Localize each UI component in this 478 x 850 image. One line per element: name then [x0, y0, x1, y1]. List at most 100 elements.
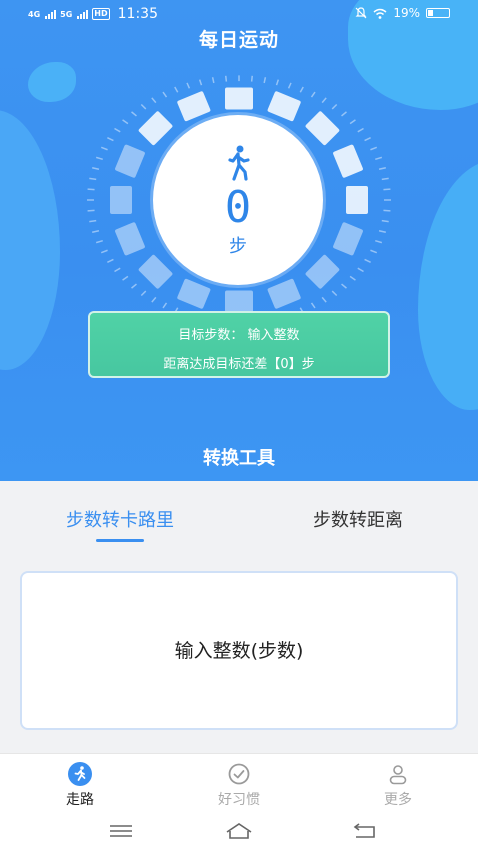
- dial-tick: [349, 275, 356, 281]
- user-icon: [389, 765, 407, 785]
- tab-indicator: [96, 539, 144, 542]
- hd-badge: HD: [92, 8, 110, 20]
- target-card[interactable]: 目标步数： 输入整数 距离达成目标还差【0】步: [88, 311, 390, 378]
- dial-segment: [333, 222, 363, 256]
- dial-segment: [346, 186, 368, 214]
- dial-tick: [114, 267, 121, 273]
- dial-tick: [162, 91, 168, 98]
- dial-tick: [357, 127, 364, 133]
- dial-tick: [263, 77, 267, 84]
- dial-tick: [321, 97, 327, 104]
- dial-tick: [114, 127, 121, 133]
- dial-tick: [131, 111, 137, 117]
- nav-label-habit: 好习惯: [218, 792, 260, 808]
- network-label-1: 4G: [28, 9, 41, 19]
- dial-segment: [225, 87, 253, 110]
- tab-steps-to-calories[interactable]: 步数转卡路里: [30, 506, 210, 532]
- dial-tick: [383, 188, 391, 191]
- dial-segment: [138, 111, 173, 146]
- dial-tick: [162, 302, 168, 309]
- dial-tick: [89, 177, 97, 181]
- back-icon[interactable]: [350, 820, 380, 842]
- menu-icon[interactable]: [106, 820, 136, 842]
- dial-tick: [370, 249, 378, 254]
- dial-tick: [357, 267, 364, 273]
- check-circle-icon: [228, 763, 250, 785]
- dial-tick: [310, 302, 316, 309]
- dial-segment: [177, 91, 211, 122]
- dial-tick: [174, 86, 179, 93]
- decor-blob: [0, 110, 60, 370]
- walker-icon: [228, 145, 250, 181]
- nav-item-habit[interactable]: 好习惯: [194, 762, 284, 809]
- page-title: 每日运动: [198, 29, 279, 51]
- home-icon[interactable]: [224, 820, 254, 842]
- dial-tick: [95, 239, 103, 244]
- dial-tick: [140, 290, 147, 297]
- dial-tick: [378, 167, 386, 170]
- dial-tick: [225, 75, 228, 82]
- nav-item-more[interactable]: 更多: [353, 762, 443, 809]
- nav-item-walk[interactable]: 走路: [35, 762, 125, 809]
- dial-segment: [115, 144, 145, 178]
- dial-tick: [122, 119, 129, 125]
- dial-segment: [177, 278, 211, 309]
- dial-tick: [107, 137, 114, 142]
- dial-segment: [110, 186, 132, 214]
- signal-icon: [45, 9, 57, 19]
- step-count: 0: [224, 182, 252, 233]
- dial-segment: [305, 111, 340, 146]
- dial-tick: [331, 290, 338, 297]
- dial-tick: [100, 249, 108, 254]
- dial-segment: [267, 278, 301, 309]
- dial-segment: [333, 144, 363, 178]
- dial-tick: [364, 137, 371, 142]
- battery-icon: [426, 8, 450, 18]
- dial-tick: [92, 167, 100, 170]
- dial-segment: [115, 222, 145, 256]
- signal-icon: [77, 9, 89, 19]
- steps-input[interactable]: [22, 573, 456, 728]
- runner-icon: [68, 762, 92, 786]
- dial-tick: [89, 219, 97, 223]
- dial-tick: [87, 209, 95, 212]
- tab-steps-to-distance[interactable]: 步数转距离: [268, 506, 448, 532]
- dial-tick: [381, 177, 389, 181]
- dial-tick: [211, 77, 215, 84]
- dial-tick: [383, 209, 391, 212]
- dial-tick: [381, 219, 389, 223]
- dial-tick: [349, 119, 356, 125]
- remaining-steps-label: 距离达成目标还差【0】步: [163, 357, 315, 372]
- nav-label-more: 更多: [384, 792, 412, 808]
- dial-tick: [299, 86, 304, 93]
- dial-tick: [331, 103, 338, 110]
- target-steps-label: 目标步数： 输入整数: [178, 328, 300, 343]
- dial-segment: [267, 91, 301, 122]
- dial-tick: [375, 239, 383, 244]
- steps-input-box: [20, 571, 458, 730]
- dial-tick: [140, 103, 147, 110]
- decor-blob: [28, 62, 76, 102]
- system-nav-bar: [0, 811, 478, 850]
- dial-tick: [198, 79, 203, 86]
- clock: 11:35: [117, 6, 158, 22]
- dial-tick: [151, 296, 157, 303]
- dial-tick: [131, 283, 137, 289]
- dial-tick: [186, 82, 191, 89]
- dial-tick: [250, 75, 253, 82]
- hero-panel: 4G 5G HD 11:35 19% 每日运动 0 步 目标步数： 输入整数 距…: [0, 0, 478, 481]
- mute-icon: [355, 7, 367, 19]
- decor-blob: [418, 160, 478, 410]
- battery-percent: 19%: [393, 6, 420, 20]
- dial-tick: [95, 156, 103, 161]
- dial-tick: [275, 79, 280, 86]
- wifi-icon: [373, 8, 387, 19]
- dial-tick: [341, 111, 347, 117]
- dial-segment: [305, 254, 340, 289]
- dial-tick: [92, 230, 100, 233]
- dial-tick: [310, 91, 316, 98]
- dial-tick: [321, 296, 327, 303]
- dial-segment: [138, 254, 173, 289]
- dial-tick: [287, 82, 292, 89]
- bottom-nav: 走路 好习惯 更多: [0, 753, 478, 811]
